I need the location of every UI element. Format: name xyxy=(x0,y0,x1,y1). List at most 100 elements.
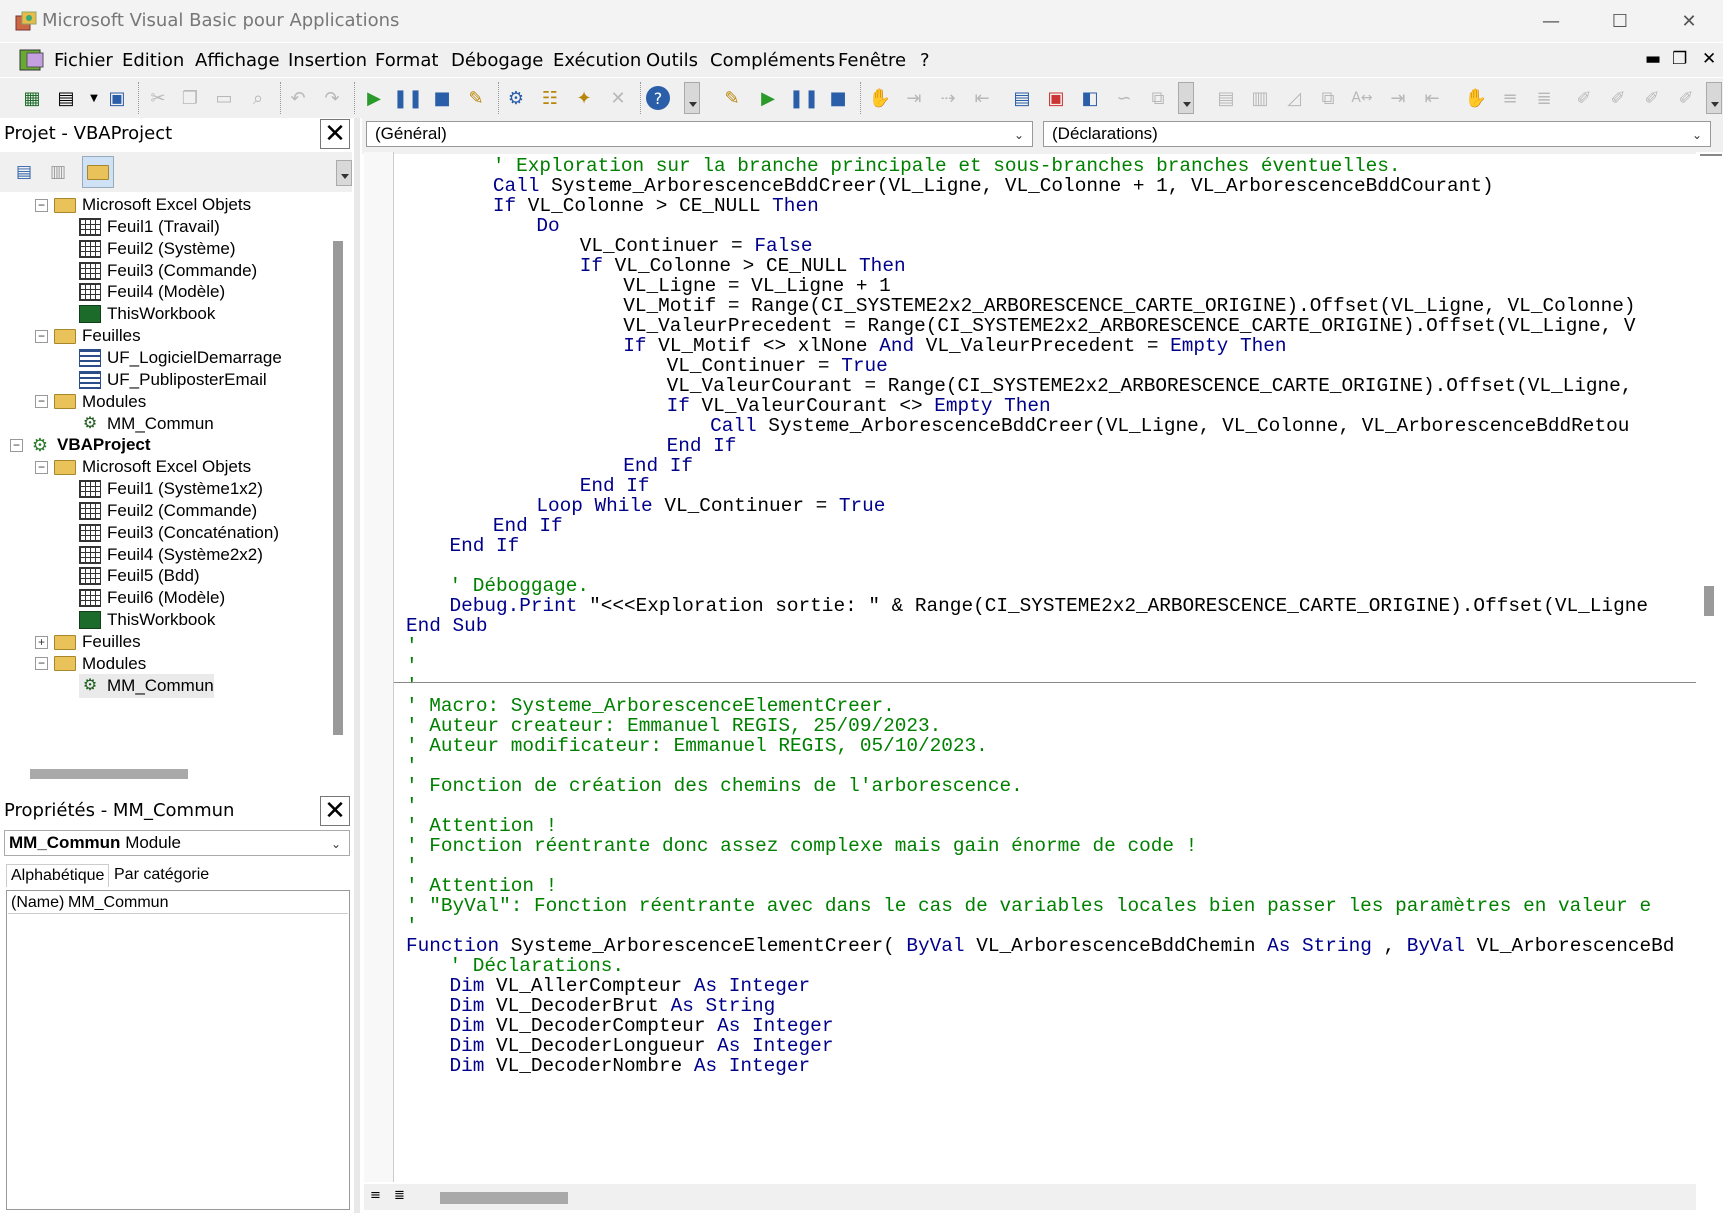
view-code-icon[interactable]: ▤ xyxy=(8,156,40,188)
split-bar-handle[interactable] xyxy=(1700,154,1722,160)
tree-item[interactable]: ⚙ MM_Commun xyxy=(79,673,214,698)
save-icon[interactable]: ▣ xyxy=(105,86,129,110)
code-line[interactable]: ' xyxy=(406,635,418,657)
close-project-explorer-button[interactable]: ✕ xyxy=(320,119,350,149)
code-line[interactable]: End If xyxy=(580,475,650,497)
code-line[interactable]: Call Systeme_ArborescenceBddCreer(VL_Lig… xyxy=(710,415,1629,437)
code-line[interactable]: Function Systeme_ArborescenceElementCree… xyxy=(406,935,1674,957)
code-line[interactable]: If VL_Colonne > CE_NULL Then xyxy=(580,255,906,277)
code-editor[interactable]: ' Exploration sur la branche principale … xyxy=(394,155,1696,1185)
toolbox-icon[interactable]: ✕ xyxy=(606,86,630,110)
close-window-button[interactable]: ✕ xyxy=(1659,4,1719,38)
code-line[interactable]: Dim VL_DecoderCompteur As Integer xyxy=(449,1015,833,1037)
tree-item[interactable]: Feuil5 (Bdd) xyxy=(79,564,200,588)
document-icon[interactable] xyxy=(17,47,47,73)
tab-par-categorie[interactable]: Par catégorie xyxy=(110,864,213,886)
menu-outils[interactable]: Outils xyxy=(646,50,698,71)
property-name-value[interactable]: MM_Commun xyxy=(68,894,168,912)
step-into-icon[interactable]: ⇥ xyxy=(902,86,926,110)
toggle-folders-icon[interactable] xyxy=(82,156,114,188)
property-row-name[interactable]: (Name) MM_Commun xyxy=(8,892,348,914)
code-line[interactable]: ' xyxy=(406,915,418,937)
uncomment-block-icon[interactable]: ≣ xyxy=(1532,86,1556,110)
tree-item[interactable]: Feuil1 (Travail) xyxy=(79,215,220,239)
code-line[interactable]: ' xyxy=(406,855,418,877)
next-bookmark-icon[interactable]: ✐ xyxy=(1606,86,1630,110)
mdi-minimize-button[interactable]: ▬ xyxy=(1645,49,1661,69)
code-line[interactable]: End If xyxy=(449,535,519,557)
quick-info-icon[interactable]: ◿ xyxy=(1282,86,1306,110)
collapse-icon[interactable]: − xyxy=(35,198,48,212)
toggle-breakpoint-icon-2[interactable]: ✋ xyxy=(1464,86,1488,110)
parameter-info-icon[interactable]: ⧉ xyxy=(1316,86,1340,110)
minimize-button[interactable]: — xyxy=(1521,4,1581,38)
code-line[interactable]: ' xyxy=(406,675,418,697)
run-icon-2[interactable]: ▶ xyxy=(756,86,780,110)
watch-window-icon[interactable]: ◧ xyxy=(1078,86,1102,110)
code-line[interactable]: VL_Continuer = True xyxy=(667,355,888,377)
menu-fichier[interactable]: Fichier xyxy=(54,50,113,71)
code-line[interactable]: ' Attention ! xyxy=(406,875,557,897)
locals-window-icon[interactable]: ▤ xyxy=(1010,86,1034,110)
close-properties-button[interactable]: ✕ xyxy=(320,796,350,826)
menu-affichage[interactable]: Affichage xyxy=(195,50,280,71)
code-line[interactable]: Dim VL_AllerCompteur As Integer xyxy=(449,975,810,997)
tree-item[interactable]: ThisWorkbook xyxy=(79,608,215,632)
code-line[interactable]: VL_ValeurPrecedent = Range(CI_SYSTEME2x2… xyxy=(623,315,1635,337)
tree-item[interactable]: Feuil2 (Système) xyxy=(79,237,235,261)
code-hscroll-thumb[interactable] xyxy=(440,1192,568,1204)
code-line[interactable]: If VL_Colonne > CE_NULL Then xyxy=(493,195,819,217)
properties-object-select[interactable]: MM_Commun Module ⌄ xyxy=(4,830,350,856)
mdi-restore-button[interactable]: ❐ xyxy=(1672,49,1687,69)
code-line[interactable]: ' Fonction réentrante donc assez complex… xyxy=(406,835,1197,857)
code-line[interactable]: End If xyxy=(667,435,737,457)
tree-item[interactable]: − Modules xyxy=(35,652,146,676)
code-line[interactable]: ' Auteur modificateur: Emmanuel REGIS, 0… xyxy=(406,735,988,757)
object-select[interactable]: (Général) ⌄ xyxy=(366,121,1033,147)
full-module-view-icon[interactable]: ≣ xyxy=(394,1188,405,1203)
excel-view-icon[interactable]: ▦ xyxy=(20,86,44,110)
code-line[interactable]: VL_Motif = Range(CI_SYSTEME2x2_ARBORESCE… xyxy=(623,295,1635,317)
code-line[interactable]: Dim VL_DecoderBrut As String xyxy=(449,995,775,1017)
previous-bookmark-icon[interactable]: ✐ xyxy=(1640,86,1664,110)
expand-icon[interactable]: + xyxy=(35,635,48,649)
project-tree-hscrollbar[interactable] xyxy=(4,763,328,785)
code-line[interactable]: VL_Ligne = VL_Ligne + 1 xyxy=(623,275,891,297)
procedure-select[interactable]: (Déclarations) ⌄ xyxy=(1043,121,1711,147)
code-line[interactable]: ' Macro: Systeme_ArborescenceElementCree… xyxy=(406,695,895,717)
collapse-icon[interactable]: − xyxy=(10,438,23,452)
toggle-bookmark-icon[interactable]: ✐ xyxy=(1572,86,1596,110)
toolbar-overflow-icon[interactable] xyxy=(684,82,700,114)
insert-dropdown-icon[interactable]: ▼ xyxy=(82,86,106,110)
tree-item[interactable]: − ⚙ VBAProject xyxy=(10,433,151,457)
project-explorer-icon[interactable]: ⚙ xyxy=(504,86,528,110)
code-line[interactable]: ' xyxy=(406,795,418,817)
reset-icon-2[interactable]: ■ xyxy=(826,86,850,110)
find-icon[interactable]: ⌕ xyxy=(246,86,270,110)
code-line[interactable]: End Sub xyxy=(406,615,487,637)
call-stack-icon[interactable]: ⧉ xyxy=(1146,86,1170,110)
code-line[interactable]: ' xyxy=(406,755,418,777)
copy-icon[interactable]: ❐ xyxy=(178,86,202,110)
code-line[interactable]: End If xyxy=(493,515,563,537)
tree-item[interactable]: − Microsoft Excel Objets xyxy=(35,193,251,217)
code-line[interactable]: Dim VL_DecoderLongueur As Integer xyxy=(449,1035,833,1057)
toggle-breakpoint-icon[interactable]: ✋ xyxy=(868,86,892,110)
splitter[interactable] xyxy=(354,118,360,1213)
clear-bookmarks-icon[interactable]: ✐ xyxy=(1674,86,1698,110)
step-over-icon[interactable]: ⇢ xyxy=(936,86,960,110)
complete-word-icon[interactable]: A↔ xyxy=(1350,86,1374,110)
design-mode-icon-2[interactable]: ✎ xyxy=(720,86,744,110)
code-line[interactable]: ' Déclarations. xyxy=(449,955,624,977)
menu-fenetre[interactable]: Fenêtre xyxy=(838,50,906,71)
toolbar-overflow-icon-2[interactable] xyxy=(1178,82,1194,114)
outdent-icon[interactable]: ⇤ xyxy=(1420,86,1444,110)
tab-alphabetique[interactable]: Alphabétique xyxy=(6,864,110,887)
procedure-view-icon[interactable]: ≡ xyxy=(370,1188,381,1203)
mdi-close-button[interactable]: ✕ xyxy=(1702,49,1716,69)
tree-item[interactable]: Feuil1 (Système1x2) xyxy=(79,477,263,501)
help-icon[interactable]: ? xyxy=(646,86,670,110)
indent-icon[interactable]: ⇥ xyxy=(1386,86,1410,110)
design-mode-icon[interactable]: ✎ xyxy=(464,86,488,110)
code-line[interactable]: Loop While VL_Continuer = True xyxy=(536,495,885,517)
